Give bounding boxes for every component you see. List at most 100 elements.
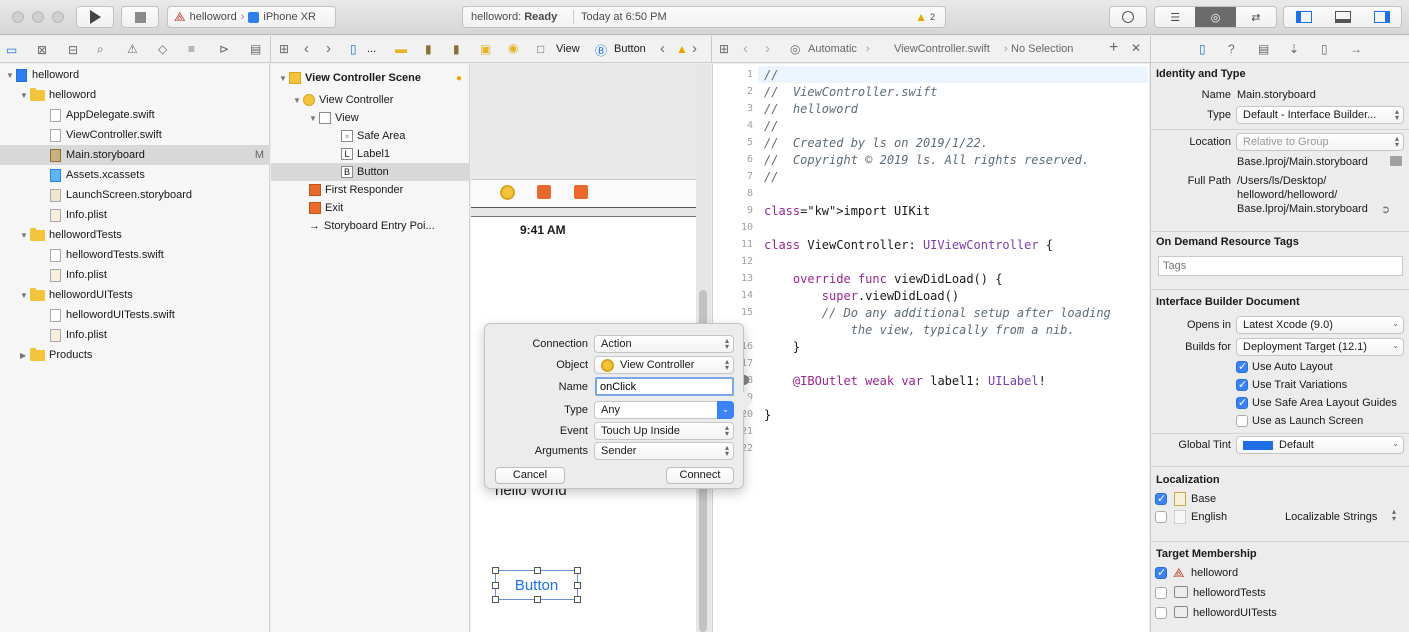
close-window-button[interactable] bbox=[12, 11, 24, 23]
forward-arrow-icon[interactable]: › bbox=[326, 40, 331, 57]
issue-prev-icon[interactable]: ‹ bbox=[660, 40, 665, 57]
jumpbar-warning-icon[interactable]: ▲ bbox=[676, 42, 688, 56]
report-navigator-icon[interactable]: ▤ bbox=[250, 42, 261, 56]
debug-navigator-icon[interactable]: ≡ bbox=[188, 42, 195, 56]
resize-handle[interactable] bbox=[574, 567, 581, 574]
outline-view-controller[interactable]: ▼ View Controller bbox=[271, 91, 470, 109]
stop-button[interactable] bbox=[121, 6, 159, 28]
warning-indicator[interactable]: ▲ 2 bbox=[915, 10, 935, 24]
automatic-mode-icon[interactable]: ◎ bbox=[790, 42, 800, 56]
test-navigator-icon[interactable]: ◇ bbox=[158, 42, 167, 56]
nav-file-viewcontroller[interactable]: ViewController.swift bbox=[0, 125, 270, 145]
cancel-button[interactable]: Cancel bbox=[495, 467, 565, 484]
resize-handle[interactable] bbox=[492, 596, 499, 603]
folder-icon[interactable] bbox=[1390, 156, 1402, 166]
library-button[interactable] bbox=[1109, 6, 1147, 28]
debug-toggle-icon[interactable] bbox=[1323, 11, 1362, 23]
inspector-toggle-icon[interactable] bbox=[1362, 11, 1401, 23]
breakpoint-navigator-icon[interactable]: ⊳ bbox=[219, 42, 229, 56]
jumpbar-file[interactable]: ViewController.swift bbox=[894, 43, 990, 55]
launch-screen-checkbox[interactable] bbox=[1236, 415, 1248, 427]
target-tests-checkbox[interactable] bbox=[1155, 587, 1167, 599]
safe-area-checkbox[interactable] bbox=[1236, 396, 1248, 409]
resize-handle[interactable] bbox=[492, 582, 499, 589]
nav-file-info-plist[interactable]: Info.plist bbox=[0, 205, 270, 225]
jumpbar-view[interactable]: View bbox=[556, 43, 580, 55]
resize-handle[interactable] bbox=[574, 596, 581, 603]
jumpbar-ellipsis[interactable]: ... bbox=[367, 43, 376, 55]
localization-base-checkbox[interactable] bbox=[1155, 492, 1167, 505]
global-tint-popup[interactable]: Default ⌄ bbox=[1236, 436, 1404, 454]
scene-icon[interactable]: ▣ bbox=[480, 42, 491, 56]
exit-dock-icon[interactable] bbox=[574, 185, 588, 199]
attributes-inspector-icon[interactable]: ⇣ bbox=[1289, 42, 1299, 56]
symbol-navigator-icon[interactable]: ⊟ bbox=[68, 43, 78, 57]
nav-file-uitests-plist[interactable]: Info.plist bbox=[0, 325, 270, 345]
file-type-popup[interactable]: Default - Interface Builder... ▴ ▾ bbox=[1236, 106, 1404, 124]
minimize-window-button[interactable] bbox=[32, 11, 44, 23]
quick-help-icon[interactable]: ? bbox=[1228, 42, 1235, 56]
connect-button[interactable]: Connect bbox=[666, 467, 734, 484]
find-navigator-icon[interactable]: ⌕ bbox=[97, 42, 104, 57]
file-inspector-icon[interactable]: ▯ bbox=[1199, 42, 1206, 56]
opens-in-popup[interactable]: Latest Xcode (9.0) ⌄ bbox=[1236, 316, 1404, 334]
nav-group-products[interactable]: ▶ Products bbox=[0, 345, 270, 365]
resize-handle[interactable] bbox=[574, 582, 581, 589]
event-popup[interactable]: Touch Up Inside ▴ ▾ bbox=[594, 422, 734, 440]
jumpbar-selection[interactable]: No Selection bbox=[1011, 43, 1073, 55]
related-items-icon[interactable]: ⊞ bbox=[279, 42, 289, 56]
nav-group-tests[interactable]: ▼ hellowordTests bbox=[0, 225, 270, 245]
project-navigator-icon[interactable]: ▭ bbox=[6, 43, 17, 57]
nav-group-uitests[interactable]: ▼ hellowordUITests bbox=[0, 285, 270, 305]
resize-handle[interactable] bbox=[492, 567, 499, 574]
assistant-back-icon[interactable]: ‹ bbox=[743, 40, 748, 57]
reveal-arrow-icon[interactable]: ➲ bbox=[1381, 203, 1390, 216]
tags-input[interactable] bbox=[1158, 256, 1403, 276]
project-file-icon[interactable]: ▯ bbox=[350, 42, 357, 56]
arguments-popup[interactable]: Sender ▴ ▾ bbox=[594, 442, 734, 460]
target-uitests-checkbox[interactable] bbox=[1155, 607, 1167, 619]
version-editor-icon[interactable]: ⇄ bbox=[1236, 11, 1276, 24]
scheme-selector[interactable]: ⟁ helloword › iPhone XR bbox=[167, 6, 336, 28]
group-folder-icon[interactable]: ▬ bbox=[395, 42, 407, 56]
outline-view[interactable]: ▼ View bbox=[271, 109, 470, 127]
nav-file-assets[interactable]: Assets.xcassets bbox=[0, 165, 270, 185]
standard-editor-icon[interactable]: ☰ bbox=[1155, 11, 1195, 24]
builds-for-popup[interactable]: Deployment Target (12.1) ⌄ bbox=[1236, 338, 1404, 356]
storyboard-base-icon[interactable]: ▮ bbox=[453, 42, 460, 56]
type-combo[interactable]: Any ⌄ bbox=[594, 401, 734, 419]
view-icon[interactable]: □ bbox=[537, 42, 544, 56]
source-control-navigator-icon[interactable]: ⊠ bbox=[37, 43, 47, 57]
size-inspector-icon[interactable]: ▯ bbox=[1321, 42, 1328, 56]
outline-entry-point[interactable]: → Storyboard Entry Poi... bbox=[271, 217, 470, 235]
auto-layout-checkbox[interactable] bbox=[1236, 360, 1248, 373]
outline-first-responder[interactable]: First Responder bbox=[271, 181, 470, 199]
updown-chevron-icon[interactable]: ▴ ▾ bbox=[1392, 508, 1396, 523]
navigator-toggle-icon[interactable] bbox=[1284, 11, 1323, 23]
nav-file-appdelegate[interactable]: AppDelegate.swift bbox=[0, 105, 270, 125]
code-editor[interactable]: 1 // 2 // ViewController.swift 3 // helloword… bbox=[712, 64, 1149, 632]
outline-scene[interactable]: ▼ View Controller Scene ● bbox=[271, 69, 470, 87]
target-helloword-checkbox[interactable] bbox=[1155, 566, 1167, 579]
assistant-related-icon[interactable]: ⊞ bbox=[719, 42, 729, 56]
issue-navigator-icon[interactable]: ⚠ bbox=[127, 42, 138, 56]
outline-label1[interactable]: L Label1 bbox=[271, 145, 470, 163]
connection-popup[interactable]: Action ▴ ▾ bbox=[594, 335, 734, 353]
localization-english-type[interactable]: Localizable Strings bbox=[1285, 511, 1377, 523]
location-popup[interactable]: Relative to Group ▴ ▾ bbox=[1236, 133, 1404, 151]
zoom-window-button[interactable] bbox=[52, 11, 64, 23]
resize-handle[interactable] bbox=[534, 567, 541, 574]
assistant-forward-icon[interactable]: › bbox=[765, 40, 770, 57]
jumpbar-button[interactable]: Button bbox=[614, 43, 646, 55]
nav-file-main-storyboard[interactable]: Main.storyboard M bbox=[0, 145, 270, 165]
jumpbar-automatic[interactable]: Automatic bbox=[808, 43, 857, 55]
connections-inspector-icon[interactable]: → bbox=[1350, 42, 1362, 56]
nav-group-helloword[interactable]: ▼ helloword bbox=[0, 85, 270, 105]
nav-file-tests-swift[interactable]: hellowordTests.swift bbox=[0, 245, 270, 265]
resize-handle[interactable] bbox=[534, 596, 541, 603]
object-popup[interactable]: View Controller ▴ ▾ bbox=[594, 356, 734, 374]
assistant-editor-icon[interactable]: ◎ bbox=[1195, 7, 1236, 27]
identity-inspector-icon[interactable]: ▤ bbox=[1258, 42, 1269, 56]
close-editor-icon[interactable]: ✕ bbox=[1131, 41, 1141, 55]
button-element[interactable]: Button bbox=[492, 567, 581, 603]
